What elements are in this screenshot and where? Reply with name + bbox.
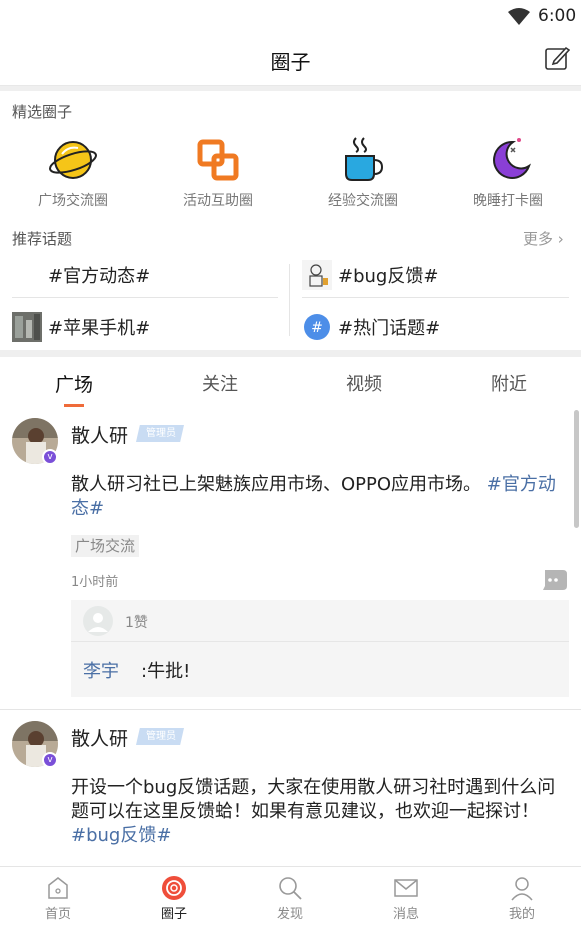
featured-label: 精选圈子: [12, 103, 73, 121]
topic-text: #官方动态#: [48, 265, 151, 287]
wifi-icon: [508, 8, 530, 25]
post-content[interactable]: 开设一个bug反馈话题，大家在使用散人研习社时遇到什么问题可以在这里反馈蛤！如果…: [71, 776, 567, 848]
topic-text: #bug反馈#: [338, 265, 439, 287]
coffee-cup-icon: [345, 137, 384, 181]
tab-following[interactable]: 关注: [170, 370, 270, 396]
topic-item[interactable]: #官方动态#: [12, 252, 278, 298]
post-author[interactable]: 散人研: [71, 421, 128, 448]
nav-label: 圈子: [160, 907, 187, 922]
verified-badge-icon: v: [42, 449, 58, 465]
link-squares-icon: [197, 139, 239, 181]
circle-label: 活动互助圈: [183, 193, 253, 209]
post-hashtag[interactable]: #bug反馈#: [71, 825, 171, 846]
scrollbar[interactable]: [574, 410, 579, 528]
page-title: 圈子: [270, 50, 311, 74]
more-label: 更多: [523, 230, 554, 248]
verified-badge-icon: v: [42, 752, 58, 768]
comment-text: :牛批!: [141, 661, 191, 682]
comment-row[interactable]: 李宇 :牛批!: [71, 642, 569, 697]
topic-item[interactable]: #苹果手机#: [12, 304, 278, 350]
circle-experience[interactable]: 经验交流圈: [303, 136, 423, 210]
post-divider: [0, 709, 581, 710]
nav-home[interactable]: 首页: [0, 875, 116, 922]
circle-activity[interactable]: 活动互助圈: [158, 136, 278, 210]
topic-text: #苹果手机#: [48, 318, 151, 339]
post-time: 1小时前: [71, 575, 119, 590]
circle-target-icon: [162, 876, 186, 900]
svg-text:#: #: [311, 320, 323, 336]
post-author[interactable]: 散人研: [71, 724, 128, 751]
bottom-nav: 首页 圈子 发现 消息 我的: [0, 866, 581, 930]
topic-item[interactable]: # #热门话题#: [302, 304, 569, 350]
mail-icon: [394, 879, 418, 897]
home-icon: [48, 877, 68, 899]
nav-label: 发现: [276, 907, 303, 922]
circle-plaza[interactable]: 广场交流圈: [13, 136, 133, 210]
moon-icon: [493, 138, 531, 179]
app-header: 圈子: [0, 32, 581, 86]
liker-avatar[interactable]: [83, 606, 113, 636]
tab-video[interactable]: 视频: [314, 370, 414, 396]
post-text: 开设一个bug反馈话题，大家在使用散人研习社时遇到什么问题可以在这里反馈蛤！如果…: [71, 777, 556, 822]
circle-label: 经验交流圈: [328, 193, 398, 209]
divider: [0, 86, 581, 91]
topic-text: #热门话题#: [338, 318, 441, 339]
topics-label: 推荐话题: [12, 230, 73, 248]
circle-tag[interactable]: 广场交流: [71, 535, 140, 557]
nav-label: 我的: [508, 907, 535, 922]
person-icon: [88, 613, 108, 632]
post-text: 散人研习社已上架魅族应用市场、OPPO应用市场。: [71, 474, 482, 495]
tab-plaza[interactable]: 广场: [24, 370, 124, 397]
topic-item[interactable]: #bug反馈#: [302, 252, 569, 298]
like-count: 1赞: [125, 615, 148, 631]
nav-circles[interactable]: 圈子: [116, 875, 232, 922]
feed-tabs: 广场 关注 视频 附近: [0, 360, 581, 410]
status-bar: 6:00: [0, 0, 581, 32]
person-icon: [511, 877, 533, 901]
post-content[interactable]: 散人研习社已上架魅族应用市场、OPPO应用市场。 #官方动态#: [71, 473, 567, 521]
interaction-box: 1赞 李宇 :牛批!: [71, 600, 569, 697]
nav-discover[interactable]: 发现: [232, 875, 348, 922]
compose-icon[interactable]: [544, 45, 570, 71]
sketch-thumbnail-icon: [302, 259, 332, 290]
admin-badge: 管理员: [136, 728, 184, 745]
photo-thumbnail-icon: [12, 312, 42, 342]
admin-badge: 管理员: [136, 425, 184, 442]
topic-thumbnail: [12, 260, 42, 290]
comment-user[interactable]: 李宇: [83, 657, 119, 683]
topic-divider: [289, 264, 290, 336]
like-row: 1赞: [71, 600, 569, 642]
tab-nearby[interactable]: 附近: [459, 370, 559, 396]
nav-label: 首页: [44, 907, 71, 922]
comment-icon[interactable]: [541, 570, 567, 590]
planet-icon: [49, 141, 97, 179]
active-tab-indicator: [64, 404, 84, 407]
divider: [0, 350, 581, 357]
more-topics-link[interactable]: 更多 ›: [523, 228, 564, 249]
circle-label: 广场交流圈: [38, 193, 108, 209]
circle-label: 晚睡打卡圈: [473, 193, 543, 209]
hashtag-icon: #: [304, 314, 330, 340]
circle-latenight[interactable]: 晚睡打卡圈: [448, 136, 568, 210]
nav-profile[interactable]: 我的: [464, 875, 580, 922]
search-icon: [279, 877, 302, 900]
status-time: 6:00: [538, 6, 577, 26]
nav-label: 消息: [392, 907, 419, 922]
nav-messages[interactable]: 消息: [348, 875, 464, 922]
